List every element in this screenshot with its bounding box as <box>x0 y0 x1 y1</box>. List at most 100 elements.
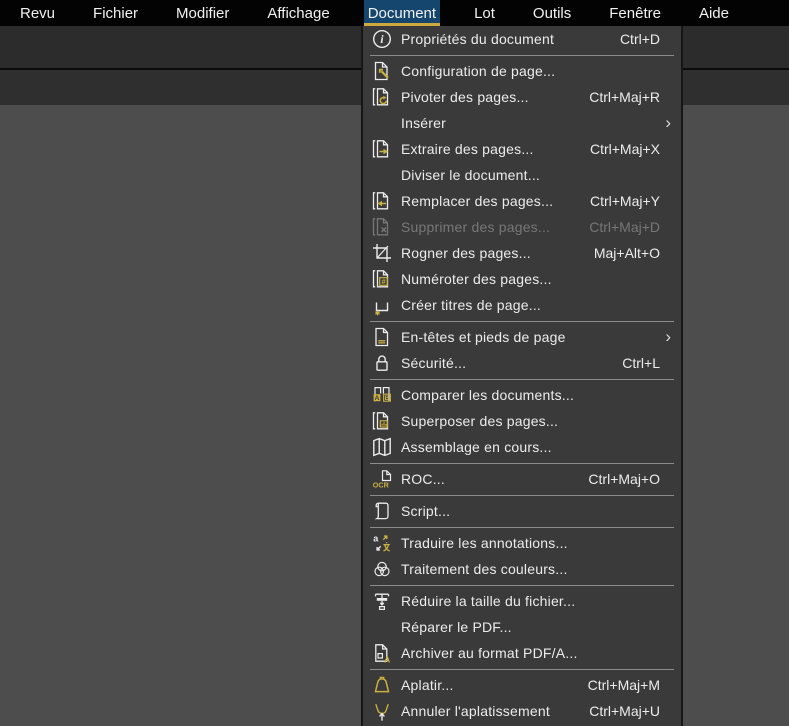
menu-item-label: Réduire la taille du fichier... <box>401 593 576 609</box>
menu-separator <box>370 526 674 528</box>
icon-placeholder <box>370 616 394 638</box>
menu-item-shortcut: Ctrl+Maj+D <box>589 219 660 235</box>
submenu-arrow-icon: › <box>665 112 671 132</box>
menu-item-numeroter-des-pages[interactable]: # Numéroter des pages... <box>363 266 681 292</box>
svg-text:OCR: OCR <box>373 481 390 490</box>
svg-text:B: B <box>385 395 390 402</box>
menu-separator <box>370 462 674 464</box>
menubar-item-affichage[interactable]: Affichage <box>263 0 333 26</box>
reduce-file-size-icon <box>370 590 394 612</box>
menu-item-label: Remplacer des pages... <box>401 193 554 209</box>
crop-pages-icon <box>370 242 394 264</box>
menu-item-remplacer-des-pages[interactable]: Remplacer des pages... Ctrl+Maj+Y <box>363 188 681 214</box>
number-pages-icon: # <box>370 268 394 290</box>
menu-item-label: Créer titres de page... <box>401 297 541 313</box>
menu-item-creer-titres-de-page[interactable]: Créer titres de page... <box>363 292 681 318</box>
menu-item-rogner-des-pages[interactable]: Rogner des pages... Maj+Alt+O <box>363 240 681 266</box>
menu-item-aplatir[interactable]: Aplatir... Ctrl+Maj+M <box>363 672 681 698</box>
menu-item-en-tetes-et-pieds-de-page[interactable]: En-têtes et pieds de page › <box>363 324 681 350</box>
menubar-item-outils[interactable]: Outils <box>529 0 575 26</box>
color-process-icon <box>370 558 394 580</box>
menu-item-archiver-au-format-pdf-a[interactable]: A Archiver au format PDF/A... <box>363 640 681 666</box>
menu-item-label: En-têtes et pieds de page <box>401 329 566 345</box>
menu-item-label: Configuration de page... <box>401 63 556 79</box>
menu-item-shortcut: Ctrl+Maj+M <box>587 677 660 693</box>
menu-item-script[interactable]: Script... <box>363 498 681 524</box>
menu-item-shortcut: Ctrl+L <box>622 355 660 371</box>
menu-item-superposer-des-pages[interactable]: Superposer des pages... <box>363 408 681 434</box>
menu-item-pivoter-des-pages[interactable]: Pivoter des pages... Ctrl+Maj+R <box>363 84 681 110</box>
menu-item-label: Insérer <box>401 115 446 131</box>
svg-text:A: A <box>384 655 390 664</box>
icon-placeholder <box>370 164 394 186</box>
menu-item-shortcut: Ctrl+Maj+X <box>589 141 660 157</box>
lock-icon <box>370 352 394 374</box>
menu-item-label: Pivoter des pages... <box>401 89 529 105</box>
menu-item-traitement-des-couleurs[interactable]: Traitement des couleurs... <box>363 556 681 582</box>
menu-item-securite[interactable]: Sécurité... Ctrl+L <box>363 350 681 376</box>
menu-separator <box>370 584 674 586</box>
menu-item-proprietes-du-document[interactable]: i Propriétés du document Ctrl+D <box>363 26 681 52</box>
menu-item-label: Assemblage en cours... <box>401 439 552 455</box>
menubar-item-aide[interactable]: Aide <box>695 0 733 26</box>
menu-item-inserer[interactable]: Insérer › <box>363 110 681 136</box>
menu-item-label: Rogner des pages... <box>401 245 531 261</box>
svg-text:i: i <box>380 34 384 46</box>
script-scroll-icon <box>370 500 394 522</box>
menu-item-shortcut: Ctrl+Maj+U <box>589 703 660 719</box>
translate-icon: a <box>370 532 394 554</box>
menu-item-shortcut: Ctrl+Maj+O <box>588 471 660 487</box>
compare-documents-icon: AB <box>370 384 394 406</box>
svg-text:A: A <box>375 395 380 402</box>
menu-item-label: Traduire les annotations... <box>401 535 568 551</box>
menu-item-reduire-la-taille-du-fichier[interactable]: Réduire la taille du fichier... <box>363 588 681 614</box>
menu-item-annuler-l-aplatissement[interactable]: Annuler l'aplatissement Ctrl+Maj+U <box>363 698 681 724</box>
menu-item-roc[interactable]: OCR ROC... Ctrl+Maj+O <box>363 466 681 492</box>
menubar: Revu Fichier Modifier Affichage Document Lot O… <box>0 0 789 26</box>
menu-item-label: Numéroter des pages... <box>401 271 552 287</box>
menu-item-label: Superposer des pages... <box>401 413 559 429</box>
unflatten-icon <box>370 700 394 722</box>
app-window: Revu Fichier Modifier Affichage Document Lot O… <box>0 0 789 726</box>
menu-item-label: Annuler l'aplatissement <box>401 703 550 719</box>
menubar-item-lot[interactable]: Lot <box>470 0 499 26</box>
menu-separator <box>370 494 674 496</box>
menu-item-diviser-le-document[interactable]: Diviser le document... <box>363 162 681 188</box>
menubar-item-fenetre[interactable]: Fenêtre <box>605 0 665 26</box>
menu-item-label: Sécurité... <box>401 355 467 371</box>
svg-text:a: a <box>373 534 379 544</box>
page-labels-icon <box>370 294 394 316</box>
menu-item-supprimer-des-pages: Supprimer des pages... Ctrl+Maj+D <box>363 214 681 240</box>
menu-item-shortcut: Ctrl+Maj+R <box>589 89 660 105</box>
pdfa-archive-icon: A <box>370 642 394 664</box>
menu-item-label: Traitement des couleurs... <box>401 561 568 577</box>
replace-pages-icon <box>370 190 394 212</box>
menu-item-assemblage-en-cours[interactable]: Assemblage en cours... <box>363 434 681 460</box>
menu-separator <box>370 378 674 380</box>
menubar-item-fichier[interactable]: Fichier <box>89 0 142 26</box>
menubar-item-modifier[interactable]: Modifier <box>172 0 233 26</box>
document-menu: i Propriétés du document Ctrl+D Configurati… <box>361 26 683 726</box>
header-footer-icon <box>370 326 394 348</box>
menu-item-label: Script... <box>401 503 451 519</box>
menubar-item-document[interactable]: Document <box>363 0 441 26</box>
menu-separator <box>370 54 674 56</box>
menu-item-comparer-les-documents[interactable]: A B Comparer les documents... <box>363 382 681 408</box>
menu-item-extraire-des-pages[interactable]: Extraire des pages... Ctrl+Maj+X <box>363 136 681 162</box>
menu-item-label: Propriétés du document <box>401 31 555 47</box>
menu-separator <box>370 320 674 322</box>
extract-pages-icon <box>370 138 394 160</box>
flatten-icon <box>370 674 394 696</box>
submenu-arrow-icon: › <box>665 326 671 346</box>
menu-item-label: Aplatir... <box>401 677 454 693</box>
menu-item-reparer-le-pdf[interactable]: Réparer le PDF... <box>363 614 681 640</box>
menu-item-traduire-les-annotations[interactable]: a Traduire les annotations... <box>363 530 681 556</box>
icon-placeholder <box>370 112 394 134</box>
page-setup-icon <box>370 60 394 82</box>
info-icon: i <box>370 28 394 50</box>
overlay-pages-icon <box>370 410 394 432</box>
menu-item-label: Supprimer des pages... <box>401 219 551 235</box>
menubar-item-revu[interactable]: Revu <box>16 0 59 26</box>
menu-item-configuration-de-page[interactable]: Configuration de page... <box>363 58 681 84</box>
ocr-icon: OCR <box>370 468 394 490</box>
